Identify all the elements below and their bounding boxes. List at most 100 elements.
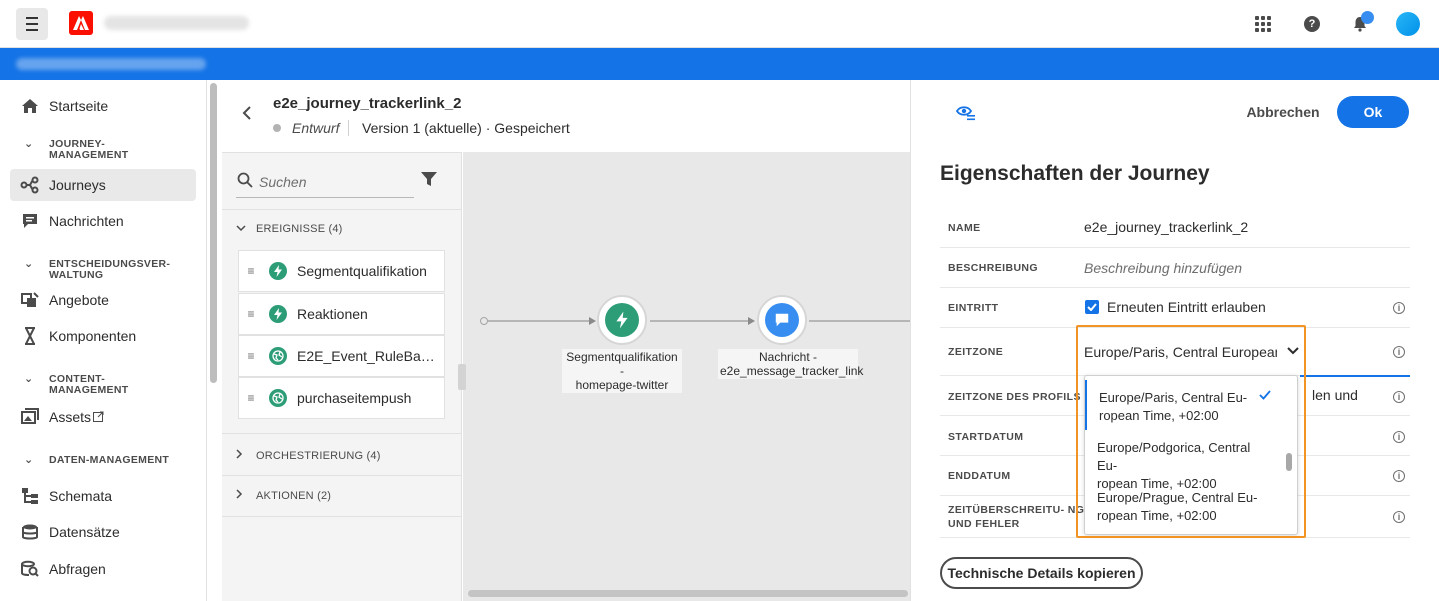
palette-search-input[interactable] (259, 172, 409, 192)
journey-header (222, 80, 910, 152)
journey-node-nachricht[interactable] (757, 295, 807, 345)
nav-item-assets[interactable]: Assets (10, 401, 196, 433)
checkbox-label[interactable]: Erneuten Eintritt erlauben (1107, 299, 1266, 315)
globe-icon (269, 347, 287, 365)
node-label: Segmentqualifikation - homepage-twitter (562, 349, 682, 393)
property-label-line: UND FEHLER (948, 518, 1020, 530)
journey-status: Entwurf (292, 120, 340, 136)
dropdown-scrollbar[interactable] (1286, 453, 1292, 471)
canvas-horizontal-scrollbar[interactable] (468, 590, 908, 597)
name-field[interactable]: e2e_journey_trackerlink_2 (1084, 219, 1248, 235)
palette-event-item[interactable]: ≡ E2E_Event_RuleBased... (238, 335, 445, 377)
panel-title: Eigenschaften der Journey (940, 162, 1210, 185)
nav-item-label: Journeys (49, 177, 106, 193)
nav-item-label: Startseite (49, 98, 109, 114)
journey-node-segmentqualifikation[interactable] (597, 295, 647, 345)
schema-icon (20, 486, 40, 506)
divider (222, 433, 462, 434)
event-label: Segmentqualifikation (297, 263, 427, 279)
apps-grid-icon[interactable] (1255, 16, 1271, 32)
property-label-line: ZEITÜBERSCHREITU- NG (948, 504, 1085, 516)
nav-item-label: Schemata (49, 488, 113, 504)
node-label-line: homepage-twitter (575, 378, 669, 392)
nav-section-content-management[interactable]: ⌄ CONTENT- MANAGEMENT (24, 374, 128, 396)
option-text: Europe/Paris, Central Eu- (1099, 390, 1248, 405)
nav-item-komponenten[interactable]: Komponenten (10, 320, 196, 352)
property-label: NAME (948, 222, 981, 234)
status-dot (273, 124, 281, 132)
chevron-right-icon (236, 449, 248, 462)
reentry-checkbox[interactable] (1085, 300, 1099, 314)
nav-item-schemata[interactable]: Schemata (10, 480, 196, 512)
journey-title: e2e_journey_trackerlink_2 (273, 95, 462, 112)
chevron-down-icon: ⌄ (24, 373, 34, 385)
section-aktionen[interactable]: AKTIONEN (2) (236, 489, 331, 502)
org-name-blurred (104, 16, 249, 30)
nav-section-label: MANAGEMENT (49, 149, 129, 161)
nav-item-datensaetze[interactable]: Datensätze (10, 516, 196, 548)
nav-item-label: Komponenten (49, 328, 137, 344)
section-label: AKTIONEN (2) (256, 489, 332, 502)
hamburger-icon[interactable] (16, 8, 48, 40)
components-icon (20, 326, 40, 346)
drag-handle-icon[interactable]: ≡ (241, 264, 261, 278)
nav-item-startseite[interactable]: Startseite (10, 90, 196, 122)
cancel-button[interactable]: Abbrechen (1243, 96, 1323, 128)
timezone-option[interactable]: Europe/Prague, Central Eu- ropean Time, … (1085, 480, 1283, 530)
nav-section-label: DATEN-MANAGEMENT (49, 454, 170, 466)
nav-scrollbar[interactable] (210, 83, 217, 383)
datasets-icon (20, 522, 40, 542)
nav-item-angebote[interactable]: Angebote (10, 284, 196, 316)
offers-icon (20, 290, 40, 310)
drag-handle-icon[interactable]: ≡ (241, 307, 261, 321)
property-label: ZEITZONE DES PROFILS (948, 391, 1081, 403)
section-orchestrierung[interactable]: ORCHESTRIERUNG (4) (236, 449, 381, 462)
globe-icon (269, 389, 287, 407)
node-label-line: Nachricht - (758, 350, 817, 364)
description-field[interactable]: Beschreibung hinzufügen (1084, 260, 1242, 276)
sandbox-switcher-blurred[interactable] (16, 58, 206, 70)
filter-icon[interactable] (421, 171, 437, 187)
info-icon[interactable]: i (1393, 511, 1405, 523)
ok-button[interactable]: Ok (1337, 96, 1409, 128)
info-icon[interactable]: i (1393, 391, 1405, 403)
section-ereignisse[interactable]: EREIGNISSE (4) (236, 223, 343, 235)
journey-connectors (488, 317, 910, 325)
copy-technical-details-button[interactable]: Technische Details kopieren (940, 557, 1143, 589)
nav-item-label: Nachrichten (49, 213, 124, 229)
info-icon[interactable]: i (1393, 431, 1405, 443)
drag-handle-icon[interactable]: ≡ (241, 391, 261, 405)
info-icon[interactable]: i (1393, 302, 1405, 314)
palette-event-item[interactable]: ≡ Segmentqualifikation (238, 250, 445, 292)
chevron-down-icon[interactable] (1286, 344, 1300, 358)
nav-section-journey-management[interactable]: ⌄ JOURNEY- MANAGEMENT (24, 139, 128, 161)
nav-section-entscheidungsverwaltung[interactable]: ⌄ ENTSCHEIDUNGSVER- WALTUNG (24, 259, 170, 281)
info-icon[interactable]: i (1393, 346, 1405, 358)
journey-start-point (480, 317, 488, 325)
journey-properties-icon[interactable] (956, 104, 976, 122)
timezone-option[interactable]: Europe/Podgorica, Central Eu- ropean Tim… (1085, 430, 1283, 491)
nav-section-daten-management[interactable]: ⌄ DATEN-MANAGEMENT (24, 455, 169, 466)
palette-event-item[interactable]: ≡ Reaktionen (238, 293, 445, 335)
option-text: ropean Time, +02:00 (1099, 408, 1219, 423)
nav-section-label: WALTUNG (49, 269, 104, 281)
property-label: EINTRITT (948, 302, 999, 314)
timezone-value[interactable]: Europe/Paris, Central European Time, +02… (1084, 344, 1277, 360)
nav-item-abfragen[interactable]: Abfragen (10, 553, 196, 585)
chevron-down-icon (236, 223, 248, 235)
sandbox-bar (0, 48, 1439, 80)
panel-resize-handle[interactable] (458, 364, 466, 390)
palette-event-item[interactable]: ≡ purchaseitempush (238, 377, 445, 419)
help-icon[interactable]: ? (1304, 16, 1320, 32)
nav-item-nachrichten[interactable]: Nachrichten (10, 205, 196, 237)
message-icon (765, 303, 799, 337)
back-chevron-icon[interactable] (242, 106, 252, 125)
nav-item-journeys[interactable]: Journeys (10, 169, 196, 201)
timezone-option-selected[interactable]: Europe/Paris, Central Eu- ropean Time, +… (1085, 380, 1283, 430)
section-label: ORCHESTRIERUNG (4) (256, 449, 381, 462)
option-text: ropean Time, +02:00 (1097, 508, 1217, 523)
drag-handle-icon[interactable]: ≡ (241, 349, 261, 363)
info-icon[interactable]: i (1393, 470, 1405, 482)
adobe-logo-icon[interactable] (69, 11, 93, 35)
avatar[interactable] (1396, 12, 1420, 36)
